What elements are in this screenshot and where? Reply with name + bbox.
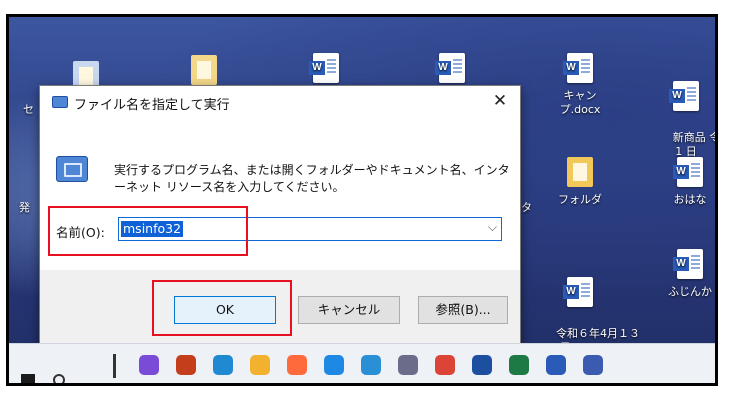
browse-button[interactable]: 参照(B)...	[418, 296, 508, 324]
word-doc-icon: W	[563, 277, 593, 307]
word-doc-icon: W	[669, 81, 699, 111]
start-icon[interactable]	[21, 374, 35, 383]
run-dialog: ファイル名を指定して実行 ✕ 実行するプログラム名、または開くフォルダーやドキュ…	[39, 85, 521, 347]
desktop-icon-label: 新商品 令 1 日	[672, 131, 715, 158]
file-explorer-icon[interactable]	[250, 355, 270, 375]
monitor-icon[interactable]	[472, 355, 492, 375]
powerpoint-icon[interactable]	[176, 355, 196, 375]
word-doc-icon: W	[673, 157, 703, 187]
taskbar-separator	[113, 354, 116, 378]
photos-icon[interactable]	[324, 355, 344, 375]
chrome-icon[interactable]	[435, 355, 455, 375]
desktop-icon-label: キャンプ.docx	[559, 89, 601, 116]
desktop-icon-word-1[interactable]: W	[291, 53, 361, 89]
desktop-icon-ohana[interactable]: W おはな	[655, 157, 715, 207]
run-program-icon	[56, 156, 88, 182]
word-doc-icon: W	[563, 53, 593, 83]
word-doc-icon: W	[435, 53, 465, 83]
desktop-icon-label: おはな	[673, 193, 707, 206]
partial-label: タ	[521, 201, 532, 214]
settings-icon[interactable]	[398, 355, 418, 375]
calculator-icon[interactable]	[583, 355, 603, 375]
desktop-icon-folder[interactable]: フォルダ	[545, 157, 615, 207]
excel-icon[interactable]	[509, 355, 529, 375]
search-icon[interactable]	[53, 374, 65, 383]
highlight-box-name	[48, 206, 248, 256]
taskbar	[9, 343, 715, 383]
highlight-box-ok	[152, 280, 292, 336]
desktop-icon-fujinka[interactable]: W ふじんか	[655, 249, 715, 299]
screenshot-frame: W W W キャンプ.docx W 新商品 令 1 日 フォルダ W おはな W…	[6, 14, 718, 386]
run-icon	[52, 96, 68, 108]
dialog-description: 実行するプログラム名、または開くフォルダーやドキュメント名、インターネット リソ…	[114, 163, 510, 194]
edge-icon[interactable]	[213, 355, 233, 375]
droplet-icon[interactable]	[287, 355, 307, 375]
chevron-down-icon[interactable]: ⌵	[488, 220, 497, 235]
desktop-icon-label: ふじんか	[668, 285, 712, 298]
desktop-icon-label: フォルダ	[558, 193, 602, 206]
copilot-icon[interactable]	[139, 355, 159, 375]
desktop: W W W キャンプ.docx W 新商品 令 1 日 フォルダ W おはな W…	[9, 17, 715, 354]
desktop-icon-camp-docx[interactable]: W キャンプ.docx	[545, 53, 615, 117]
folder-icon	[567, 157, 593, 187]
word-doc-icon: W	[673, 249, 703, 279]
dialog-title: ファイル名を指定して実行	[74, 98, 230, 113]
close-button[interactable]: ✕	[480, 86, 520, 116]
cancel-button[interactable]: キャンセル	[298, 296, 400, 324]
partial-label: セ	[23, 103, 34, 116]
title-bar[interactable]: ファイル名を指定して実行 ✕	[40, 86, 520, 118]
partial-label: 発	[19, 201, 30, 214]
remote-desktop-icon[interactable]	[361, 355, 381, 375]
word-doc-icon: W	[309, 53, 339, 83]
desktop-icon-word-2[interactable]: W	[417, 53, 487, 89]
desktop-icon-new-product[interactable]: W 新商品 令 1 日	[651, 53, 715, 173]
word-icon[interactable]	[546, 355, 566, 375]
